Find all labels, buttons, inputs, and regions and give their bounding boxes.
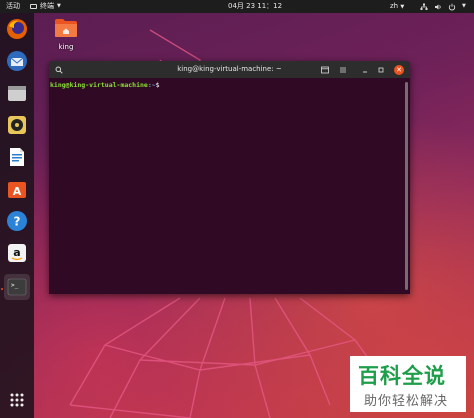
- language-label: zh: [390, 2, 399, 10]
- dock-item-amazon[interactable]: a: [4, 240, 30, 266]
- chevron-down-icon: ▼: [57, 3, 61, 9]
- desktop-icon-label: king: [58, 43, 74, 51]
- firefox-icon: [7, 19, 27, 39]
- home-folder-icon: [55, 19, 77, 37]
- new-tab-button[interactable]: [319, 61, 331, 78]
- watermark: 百科全说 助你轻松解决: [350, 356, 466, 412]
- clock-button[interactable]: 04月 23 11：12: [228, 0, 282, 13]
- svg-text:?: ?: [14, 215, 21, 229]
- activities-button[interactable]: 活动: [6, 0, 20, 13]
- terminal-scrollbar[interactable]: [405, 82, 408, 290]
- terminal-window[interactable]: king@king-virtual-machine: ~ ✕ king@king…: [49, 61, 410, 294]
- system-menu-button[interactable]: ▼: [420, 0, 466, 13]
- dock-item-rhythmbox[interactable]: [4, 112, 30, 138]
- dock-item-firefox[interactable]: [4, 16, 30, 42]
- chevron-down-icon: ▼: [400, 4, 405, 10]
- rhythmbox-icon: [8, 116, 26, 134]
- writer-icon: [10, 148, 24, 166]
- menu-button[interactable]: [337, 61, 349, 78]
- volume-icon: [435, 4, 441, 9]
- terminal-icon: >_: [7, 278, 27, 296]
- svg-text:A: A: [13, 185, 22, 198]
- terminal-content[interactable]: king@king-virtual-machine:~$: [49, 78, 404, 294]
- dock-item-files[interactable]: [4, 80, 30, 106]
- terminal-titlebar[interactable]: king@king-virtual-machine: ~ ✕: [49, 61, 410, 78]
- show-applications-button[interactable]: [4, 387, 30, 413]
- terminal-icon: [30, 4, 37, 9]
- power-icon: [448, 3, 456, 10]
- prompt-path: :~: [147, 81, 156, 89]
- help-icon: ?: [7, 211, 27, 231]
- app-menu-label: 终端: [40, 2, 54, 10]
- app-menu-button[interactable]: 终端 ▼: [30, 0, 61, 13]
- close-icon: ✕: [396, 66, 402, 74]
- running-indicator: [1, 288, 3, 290]
- watermark-subtitle: 助你轻松解决: [364, 394, 449, 409]
- dock-item-terminal[interactable]: >_: [4, 274, 30, 300]
- show-applications-icon: [10, 393, 24, 407]
- software-icon: A: [8, 182, 26, 198]
- svg-text:>_: >_: [11, 282, 19, 289]
- prompt-symbol: $: [155, 81, 160, 89]
- close-button[interactable]: ✕: [394, 65, 404, 75]
- top-bar: 活动 终端 ▼ 04月 23 11：12 zh ▼ ▼: [0, 0, 474, 13]
- terminal-title: king@king-virtual-machine: ~: [177, 65, 282, 73]
- dock-item-writer[interactable]: [4, 144, 30, 170]
- prompt-user: king@king-virtual-machine: [50, 81, 148, 89]
- amazon-icon: a: [8, 244, 26, 262]
- thunderbird-icon: [7, 51, 27, 71]
- svg-text:a: a: [13, 246, 20, 259]
- new-tab-icon: [321, 66, 329, 73]
- maximize-icon: [378, 67, 384, 72]
- dock-item-software[interactable]: A: [4, 176, 30, 202]
- maximize-button[interactable]: [375, 61, 387, 78]
- dock: A ? a >_: [0, 13, 34, 418]
- dock-item-thunderbird[interactable]: [4, 48, 30, 74]
- chevron-down-icon: ▼: [462, 3, 466, 9]
- minimize-icon: [363, 71, 367, 72]
- watermark-title: 百科全说: [358, 364, 446, 388]
- desktop-icon-home[interactable]: king: [52, 18, 80, 51]
- network-icon: [420, 3, 428, 10]
- minimize-button[interactable]: [359, 61, 371, 78]
- hamburger-menu-icon: [340, 67, 346, 72]
- language-indicator[interactable]: zh ▼: [390, 0, 404, 14]
- dock-item-help[interactable]: ?: [4, 208, 30, 234]
- files-icon: [8, 86, 26, 101]
- prompt-line: king@king-virtual-machine:~$: [50, 81, 160, 89]
